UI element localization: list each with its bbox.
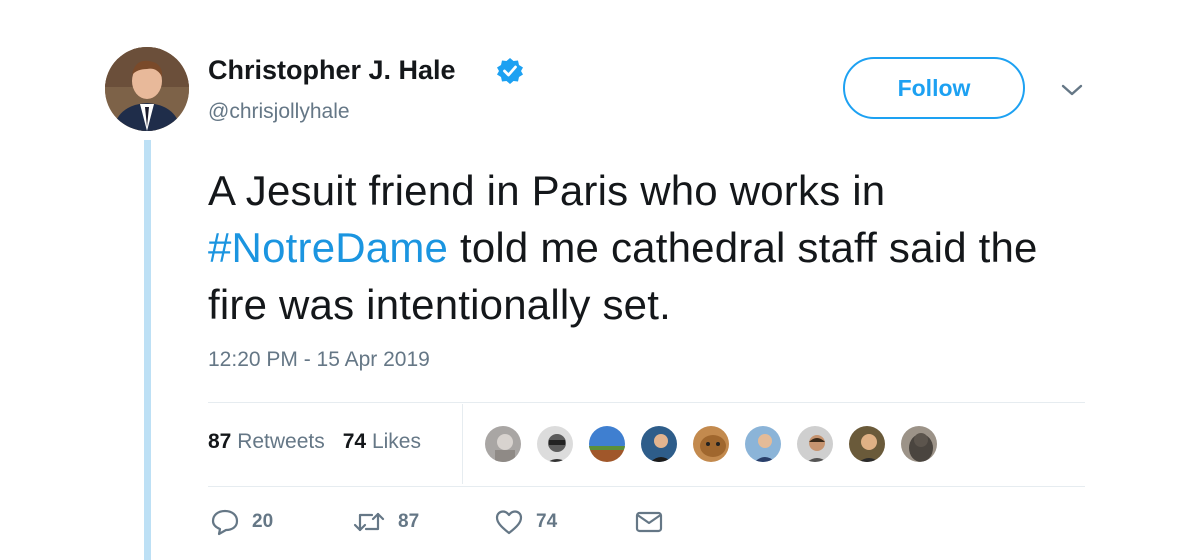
retweets-count: 87 — [208, 430, 232, 453]
verified-badge-icon — [497, 58, 523, 84]
liker-avatar[interactable] — [795, 424, 835, 464]
hashtag-link[interactable]: #NotreDame — [208, 224, 448, 271]
likes-count: 74 — [342, 430, 367, 453]
engagement-stats: 87 Retweets 74 Likes — [208, 430, 421, 454]
author-handle[interactable]: @chrisjollyhale — [208, 100, 350, 124]
author-display-name[interactable]: Christopher J. Hale — [208, 55, 456, 86]
liker-avatar[interactable] — [899, 424, 939, 464]
retweet-icon — [353, 512, 385, 532]
divider-top — [208, 402, 1085, 403]
chevron-down-icon[interactable] — [1060, 82, 1084, 98]
stats-separator — [462, 404, 463, 484]
liker-avatar[interactable] — [639, 424, 679, 464]
reply-icon — [211, 509, 239, 536]
thread-line — [144, 140, 151, 560]
tweet-timestamp[interactable]: 12:20 PM - 15 Apr 2019 — [208, 348, 430, 372]
retweet-button[interactable]: 87 — [352, 508, 419, 536]
divider-bottom — [208, 486, 1085, 487]
reply-count: 20 — [252, 511, 274, 532]
reply-button[interactable]: 20 — [210, 508, 273, 536]
likes-label: Likes — [371, 430, 421, 453]
like-button[interactable]: 74 — [494, 508, 557, 536]
liker-avatar[interactable] — [743, 424, 783, 464]
author-avatar[interactable] — [105, 47, 189, 131]
liker-avatar[interactable] — [847, 424, 887, 464]
heart-icon — [495, 510, 523, 535]
liker-avatar[interactable] — [587, 424, 627, 464]
retweets-label: Retweets — [237, 430, 325, 453]
retweet-count: 87 — [398, 511, 420, 532]
retweets-stat[interactable]: 87 Retweets — [208, 430, 325, 454]
direct-message-button[interactable] — [634, 508, 664, 536]
like-count: 74 — [536, 511, 558, 532]
liker-avatar[interactable] — [483, 424, 523, 464]
likes-stat[interactable]: 74 Likes — [343, 430, 421, 454]
liker-avatar[interactable] — [535, 424, 575, 464]
envelope-icon — [635, 511, 663, 533]
tweet-text: A Jesuit friend in Paris who works in #No… — [208, 162, 1108, 333]
tweet-text-start: A Jesuit friend in Paris who works in — [208, 167, 886, 214]
follow-button[interactable]: Follow — [843, 57, 1025, 119]
liker-avatar[interactable] — [691, 424, 731, 464]
